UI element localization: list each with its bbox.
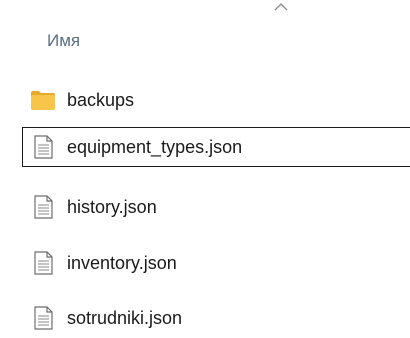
- column-header-row: Имя: [0, 0, 410, 68]
- list-item-label: sotrudniki.json: [67, 308, 183, 328]
- file-icon: [34, 195, 53, 219]
- file-icon: [34, 135, 53, 159]
- column-header-name[interactable]: Имя: [47, 30, 80, 52]
- list-item-label: inventory.json: [67, 253, 177, 273]
- list-item-equipment-types[interactable]: equipment_types.json: [22, 127, 410, 167]
- file-icon: [34, 306, 53, 330]
- list-item-label: backups: [67, 90, 135, 110]
- folder-icon: [31, 91, 55, 110]
- list-item-inventory[interactable]: inventory.json: [22, 243, 410, 283]
- list-item-history[interactable]: history.json: [22, 187, 410, 227]
- list-item-backups[interactable]: backups: [22, 80, 410, 120]
- list-item-sotrudniki[interactable]: sotrudniki.json: [22, 298, 410, 338]
- file-icon: [34, 251, 53, 275]
- list-item-label: equipment_types.json: [67, 137, 243, 157]
- chevron-up-icon[interactable]: [274, 2, 288, 12]
- list-item-label: history.json: [67, 197, 157, 217]
- file-explorer: Имя backups equipment_types.json history…: [0, 0, 410, 338]
